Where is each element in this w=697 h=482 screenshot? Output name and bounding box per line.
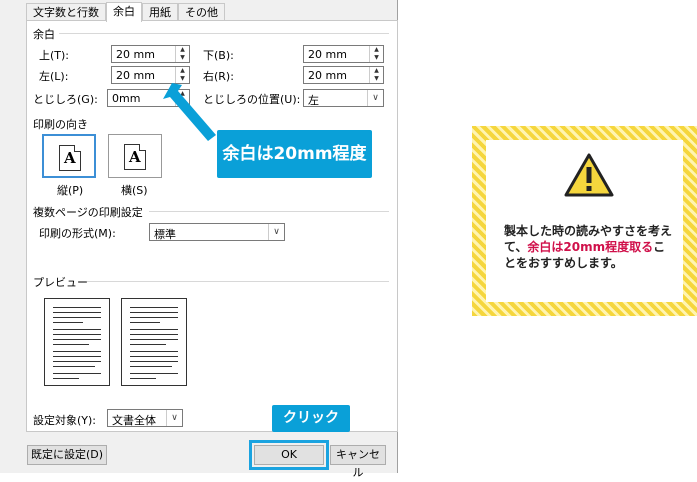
spin-up-icon[interactable]: ▲ (370, 67, 383, 75)
tab-bar: 文字数と行数 余白 用紙 その他 (26, 2, 225, 22)
right-margin-stepper[interactable]: 20 mm ▲ ▼ (303, 66, 384, 84)
spin-up-icon[interactable]: ▲ (370, 46, 383, 54)
portrait-page-icon: A (59, 145, 81, 171)
tab-margins[interactable]: 余白 (106, 2, 142, 22)
spin-down-icon[interactable]: ▼ (370, 75, 383, 83)
divider (59, 33, 389, 34)
multi-page-title: 複数ページの印刷設定 (33, 206, 143, 219)
tip-note-text: 製本した時の読みやすさを考えて、余白は20mm程度取ることをおすすめします。 (504, 223, 674, 271)
apply-to-value: 文書全体 (112, 414, 156, 427)
top-margin-label: 上(T): (39, 49, 70, 62)
tip-note: 製本した時の読みやすさを考えて、余白は20mm程度取ることをおすすめします。 (472, 126, 697, 316)
top-margin-value: 20 mm (116, 48, 155, 61)
left-margin-value: 20 mm (116, 69, 155, 82)
print-format-label: 印刷の形式(M): (39, 227, 116, 240)
margin-callout: 余白は20mm程度 (217, 130, 372, 178)
click-callout: クリック (272, 405, 350, 432)
landscape-label[interactable]: 横(S) (121, 182, 148, 198)
portrait-button[interactable]: A (42, 134, 96, 178)
apply-to-select[interactable]: 文書全体 ∨ (107, 409, 183, 427)
spin-down-icon[interactable]: ▼ (370, 54, 383, 62)
spin-up-icon[interactable]: ▲ (176, 67, 189, 75)
portrait-label[interactable]: 縦(P) (57, 182, 83, 198)
divider (87, 281, 389, 282)
tab-paper[interactable]: 用紙 (142, 3, 178, 21)
spin-up-icon[interactable]: ▲ (176, 46, 189, 54)
print-format-value: 標準 (154, 228, 176, 241)
print-format-select[interactable]: 標準 ∨ (149, 223, 285, 241)
chevron-down-icon[interactable]: ∨ (166, 410, 182, 426)
cancel-button[interactable]: キャンセル (330, 445, 386, 479)
chevron-down-icon[interactable]: ∨ (367, 90, 383, 106)
ok-highlight (249, 440, 329, 470)
bottom-margin-value: 20 mm (308, 48, 347, 61)
left-margin-label: 左(L): (39, 70, 69, 83)
apply-to-label: 設定対象(Y): (33, 414, 97, 427)
landscape-page-icon: A (124, 144, 146, 170)
set-default-button[interactable]: 既定に設定(D) (27, 445, 107, 465)
margins-title: 余白 (33, 28, 55, 41)
tip-text-highlight: 余白は20mm程度取る (527, 240, 654, 254)
tab-chars-lines[interactable]: 文字数と行数 (26, 3, 106, 21)
warning-icon (564, 153, 614, 197)
bottom-margin-stepper[interactable]: 20 mm ▲ ▼ (303, 45, 384, 63)
spin-down-icon[interactable]: ▼ (176, 54, 189, 62)
preview-title: プレビュー (33, 276, 88, 289)
preview-page-2 (121, 298, 187, 386)
tab-other[interactable]: その他 (178, 3, 225, 21)
gutter-label: とじしろ(G): (33, 93, 98, 106)
chevron-down-icon[interactable]: ∨ (268, 224, 284, 240)
preview-page-1 (44, 298, 110, 386)
gutter-value: 0mm (112, 92, 141, 105)
gutter-position-value: 左 (308, 94, 319, 107)
landscape-button[interactable]: A (108, 134, 162, 178)
bottom-margin-label: 下(B): (203, 49, 234, 62)
page-setup-dialog: 文字数と行数 余白 用紙 その他 余白 上(T): 20 mm ▲ ▼ 下(B):… (0, 0, 398, 479)
tip-note-body (486, 140, 683, 302)
gutter-position-select[interactable]: 左 ∨ (303, 89, 384, 107)
right-margin-value: 20 mm (308, 69, 347, 82)
top-margin-stepper[interactable]: 20 mm ▲ ▼ (111, 45, 190, 63)
divider (149, 211, 389, 212)
orientation-title: 印刷の向き (33, 118, 88, 131)
